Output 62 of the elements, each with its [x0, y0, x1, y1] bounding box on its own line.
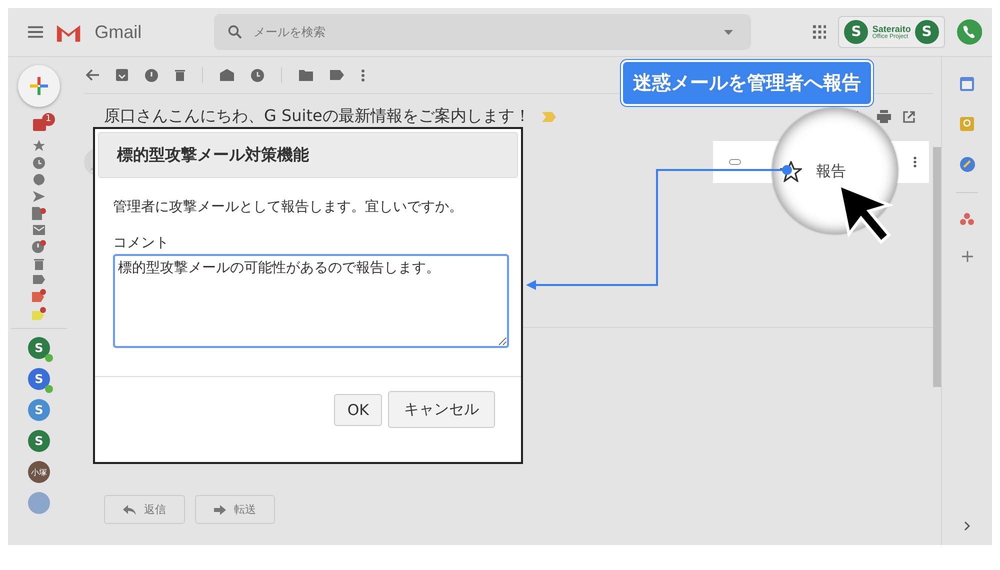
star-icon[interactable]	[33, 140, 45, 152]
label-icon[interactable]	[32, 307, 46, 320]
trash-icon[interactable]	[175, 69, 185, 81]
plus-icon[interactable]	[962, 251, 972, 262]
more-vert-icon[interactable]	[913, 156, 917, 168]
print-icon[interactable]	[877, 110, 891, 123]
send-icon[interactable]	[33, 191, 45, 202]
importance-marker-icon	[542, 112, 556, 122]
comment-field[interactable]: 標的型攻撃メールの可能性があるので報告します。	[113, 254, 509, 348]
logo-avatar[interactable]: S	[28, 430, 50, 452]
trash-icon[interactable]	[34, 258, 44, 270]
logo-avatar[interactable]: S	[28, 337, 50, 359]
chevron-right-icon[interactable]	[964, 521, 970, 531]
reply-button[interactable]: 返信	[104, 495, 185, 524]
plus-icon	[29, 76, 49, 96]
scrollbar[interactable]	[933, 147, 941, 387]
alert-icon[interactable]	[32, 240, 46, 253]
phone-avatar-icon[interactable]	[956, 19, 982, 45]
logo-avatar[interactable]: S	[28, 368, 50, 390]
archive-icon[interactable]	[116, 69, 128, 81]
apps-grid-icon[interactable]	[812, 25, 826, 39]
back-arrow-icon[interactable]	[86, 69, 99, 81]
three-dots-icon[interactable]	[960, 213, 974, 225]
inbox-icon[interactable]	[32, 119, 46, 131]
logo-title: Sateraito	[872, 24, 911, 34]
caret-icon	[724, 30, 733, 35]
alert-icon[interactable]	[145, 68, 158, 82]
folder-icon[interactable]	[299, 70, 313, 80]
menu-icon[interactable]	[28, 26, 44, 38]
avatar[interactable]: 小塚	[28, 461, 50, 483]
draft-icon[interactable]	[32, 207, 46, 220]
lightbulb-note-icon[interactable]	[960, 117, 974, 131]
annotation-callout: 迷惑メールを管理者へ報告	[621, 60, 873, 106]
compose-button[interactable]	[18, 65, 60, 107]
dialog-title: 標的型攻撃メール対策機能	[98, 132, 518, 178]
calendar-icon[interactable]	[960, 77, 974, 91]
label-icon[interactable]	[330, 70, 344, 80]
app-name: Gmail	[94, 22, 142, 42]
comment-label: コメント	[113, 234, 170, 252]
chat-bubble-icon[interactable]	[33, 174, 45, 186]
dialog-message: 管理者に攻撃メールとして報告します。宜しいですか。	[113, 198, 464, 216]
star-outline-icon	[780, 160, 802, 182]
label-icon[interactable]	[32, 289, 46, 302]
clock-icon[interactable]	[33, 157, 45, 169]
external-link-icon[interactable]	[903, 110, 915, 122]
unread-count-badge: 1	[42, 113, 56, 126]
ok-button[interactable]: OK	[334, 394, 382, 426]
logo-avatar[interactable]: S	[28, 399, 50, 421]
clock-icon[interactable]	[251, 68, 264, 82]
more-vert-icon[interactable]	[361, 68, 365, 82]
email-subject: 原口さんこんにちわ、G Suiteの最新情報をご案内します！	[104, 106, 530, 127]
seal-logo: S	[914, 20, 939, 44]
search-field[interactable]: メールを検索	[214, 14, 751, 50]
attachment-icon	[729, 159, 741, 165]
check-circle-icon[interactable]	[960, 157, 974, 172]
forward-button[interactable]: 転送	[195, 495, 275, 524]
seal-logo: S	[844, 20, 868, 44]
label-icon[interactable]	[33, 275, 45, 284]
forward-arrow-icon	[214, 504, 226, 514]
reply-arrow-icon	[123, 504, 136, 514]
report-label[interactable]: 報告	[816, 162, 846, 180]
cancel-button[interactable]: キャンセル	[388, 391, 495, 428]
